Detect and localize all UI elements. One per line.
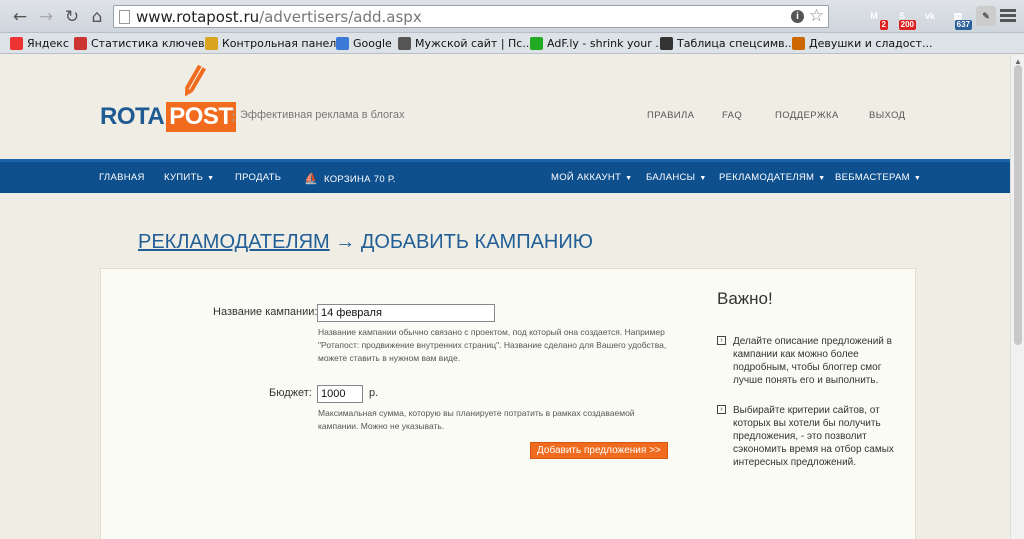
nav-advertisers[interactable]: РЕКЛАМОДАТЕЛЯМ ▼ bbox=[719, 172, 825, 183]
main-navigation: ГЛАВНАЯ КУПИТЬ ▼ ПРОДАТЬ ⛵ КОРЗИНА 70 Р. М… bbox=[0, 159, 1010, 193]
add-offers-button[interactable]: Добавить предложения >> bbox=[530, 442, 668, 459]
nav-sell[interactable]: ПРОДАТЬ bbox=[235, 172, 281, 183]
bookmark-yandex[interactable]: Яндекс bbox=[10, 36, 69, 51]
bookmark-google[interactable]: Google bbox=[336, 36, 392, 51]
wrench-extension-icon[interactable]: ✎ bbox=[976, 6, 996, 26]
bookmark-star-icon[interactable]: ☆ bbox=[809, 6, 824, 26]
back-icon[interactable]: ← bbox=[10, 7, 30, 27]
bookmark-control-panel[interactable]: Контрольная панел... bbox=[205, 36, 347, 51]
table-icon bbox=[660, 37, 673, 50]
important-title: Важно! bbox=[717, 289, 773, 308]
breadcrumb-current: ДОБАВИТЬ КАМПАНИЮ bbox=[360, 231, 593, 253]
page-viewport: ROTA POST Эффективная реклама в блогах ПР… bbox=[0, 55, 1010, 539]
nav-balances[interactable]: БАЛАНСЫ ▼ bbox=[646, 172, 707, 183]
cart-icon: ⛵ bbox=[304, 173, 318, 185]
nav-cart[interactable]: ⛵ КОРЗИНА 70 Р. bbox=[304, 172, 396, 185]
caret-down-icon: ▼ bbox=[207, 175, 215, 182]
breadcrumb-arrow: → bbox=[335, 231, 356, 253]
bookmark-mens-site[interactable]: Мужской сайт | Пс... bbox=[398, 36, 533, 51]
browser-menu-icon[interactable] bbox=[1000, 9, 1016, 24]
browser-toolbar: ← → ↻ ⌂ www.rotapost.ru/advertisers/add.… bbox=[0, 0, 1024, 33]
page-scrollbar[interactable]: ▲ bbox=[1010, 55, 1024, 539]
red-extension-icon[interactable] bbox=[836, 6, 856, 26]
nav-my-account[interactable]: МОЙ АККАУНТ ▼ bbox=[551, 172, 632, 183]
top-link-rules[interactable]: ПРАВИЛА bbox=[647, 110, 694, 121]
home-icon[interactable]: ⌂ bbox=[87, 7, 107, 27]
bookmark-stats[interactable]: Статистика ключев... bbox=[74, 36, 215, 51]
forward-icon[interactable]: → bbox=[36, 7, 56, 27]
budget-label: Бюджет: bbox=[269, 387, 312, 399]
campaign-name-hint: Название кампании обычно связано с проек… bbox=[318, 327, 667, 363]
caret-down-icon: ▼ bbox=[625, 175, 633, 182]
nav-home[interactable]: ГЛАВНАЯ bbox=[99, 172, 145, 183]
counter-extension-icon[interactable]: ▤ 637 bbox=[948, 6, 972, 30]
tip-item: › Выбирайте критерии сайтов, от которых в… bbox=[717, 404, 903, 469]
page-icon bbox=[119, 10, 130, 24]
site-tagline: Эффективная реклама в блогах bbox=[233, 108, 405, 122]
top-link-support[interactable]: ПОДДЕРЖКА bbox=[775, 110, 839, 121]
address-bar[interactable]: www.rotapost.ru/advertisers/add.aspx i ☆ bbox=[113, 5, 829, 28]
seo-extension-icon[interactable]: S 200 bbox=[892, 6, 916, 30]
arrow-right-icon: › bbox=[717, 405, 726, 414]
arrow-right-icon: › bbox=[717, 336, 726, 345]
adfly-icon bbox=[530, 37, 543, 50]
breadcrumb-advertisers-link[interactable]: РЕКЛАМОДАТЕЛЯМ bbox=[138, 231, 330, 253]
info-icon[interactable]: i bbox=[791, 10, 804, 23]
budget-unit: р. bbox=[369, 387, 379, 399]
site-icon bbox=[398, 37, 411, 50]
top-link-faq[interactable]: FAQ bbox=[722, 110, 742, 121]
sweets-icon bbox=[792, 37, 805, 50]
budget-input[interactable] bbox=[317, 385, 363, 403]
caret-down-icon: ▼ bbox=[699, 175, 707, 182]
gmail-extension-icon[interactable]: M2 bbox=[864, 6, 888, 30]
reload-icon[interactable]: ↻ bbox=[62, 7, 82, 27]
bookmark-special-chars[interactable]: Таблица спецсимв... bbox=[660, 36, 795, 51]
tip-item: › Делайте описание предложений в кампании… bbox=[717, 335, 903, 387]
folder-icon bbox=[205, 37, 218, 50]
nav-buy[interactable]: КУПИТЬ ▼ bbox=[164, 172, 214, 183]
pencil-logo-icon bbox=[185, 64, 206, 97]
caret-down-icon: ▼ bbox=[818, 175, 826, 182]
bookmark-adfly[interactable]: AdF.ly - shrink your ... bbox=[530, 36, 666, 51]
page-title: РЕКЛАМОДАТЕЛЯМ → ДОБАВИТЬ КАМПАНИЮ bbox=[138, 231, 593, 254]
budget-hint: Максимальная сумма, которую вы планирует… bbox=[318, 408, 635, 431]
form-panel: Название кампании: Название кампании обы… bbox=[100, 268, 916, 539]
scrollbar-thumb[interactable] bbox=[1014, 65, 1022, 345]
campaign-name-input[interactable] bbox=[317, 304, 495, 322]
caret-down-icon: ▼ bbox=[913, 175, 922, 182]
url-text[interactable]: www.rotapost.ru/advertisers/add.aspx bbox=[136, 8, 422, 26]
yandex-icon bbox=[10, 37, 23, 50]
campaign-name-label: Название кампании: bbox=[213, 306, 318, 318]
site-logo[interactable]: ROTA POST bbox=[100, 102, 236, 132]
top-link-logout[interactable]: ВЫХОД bbox=[869, 110, 905, 121]
bookmark-girls-sweets[interactable]: Девушки и сладост... bbox=[792, 36, 932, 51]
bookmarks-bar: Яндекс Статистика ключев... Контрольная … bbox=[0, 33, 1024, 54]
google-icon bbox=[336, 37, 349, 50]
nav-webmasters[interactable]: ВЕБМАСТЕРАМ ▼ bbox=[835, 172, 921, 183]
vk-extension-icon[interactable]: vk bbox=[920, 6, 940, 26]
stats-icon bbox=[74, 37, 87, 50]
